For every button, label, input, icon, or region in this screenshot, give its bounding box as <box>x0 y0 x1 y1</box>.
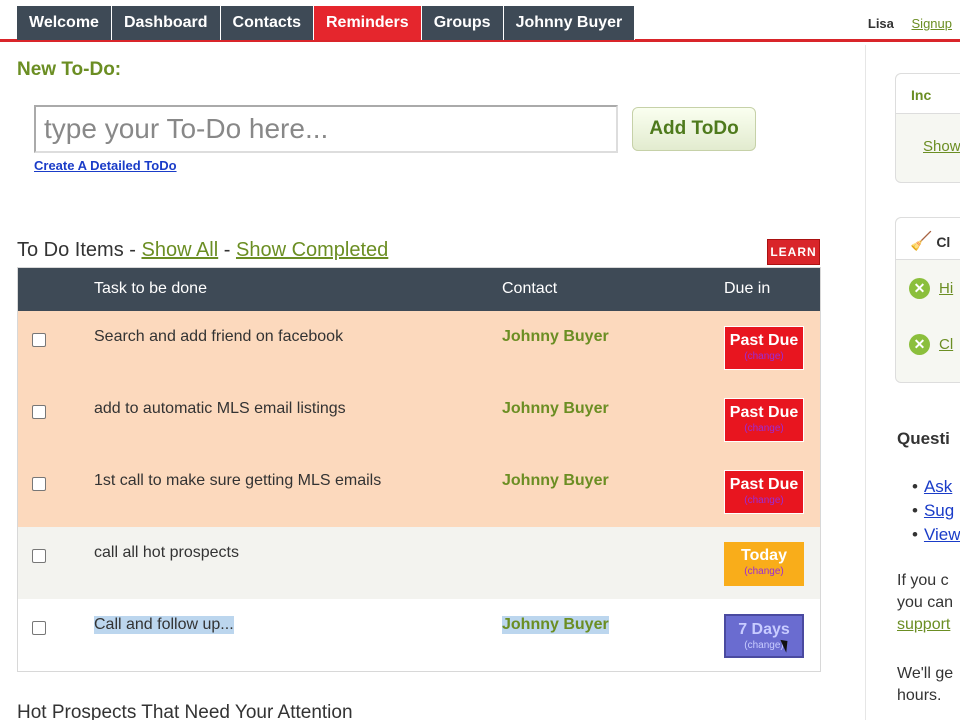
sidebar-action[interactable]: ✕ Hi <box>896 260 960 316</box>
table-row: Search and add friend on facebook Johnny… <box>18 311 820 383</box>
table-row: call all hot prospects Today (change) <box>18 527 820 599</box>
remove-circle-icon: ✕ <box>909 278 930 299</box>
due-label: Past Due <box>729 476 799 493</box>
sidebar-action[interactable]: ✕ Cl <box>896 316 960 372</box>
show-all-link[interactable]: Show All <box>141 239 218 261</box>
sidebar-action-link[interactable]: Hi <box>939 280 953 297</box>
add-todo-button[interactable]: Add ToDo <box>632 107 756 151</box>
due-badge[interactable]: Past Due (change) <box>724 326 804 370</box>
change-link[interactable]: (change) <box>725 352 803 362</box>
hot-prospects-heading: Hot Prospects That Need Your Attention <box>17 702 353 720</box>
user-links: Lisa Signup <box>868 16 952 31</box>
task-text: call all hot prospects <box>94 544 239 561</box>
contact-link[interactable]: Johnny Buyer <box>502 616 609 634</box>
due-badge[interactable]: Past Due (change) <box>724 470 804 514</box>
contact-link[interactable]: Johnny Buyer <box>502 400 609 418</box>
tab-johnny-buyer[interactable]: Johnny Buyer <box>503 6 636 40</box>
table-row: add to automatic MLS email listings John… <box>18 383 820 455</box>
question-link[interactable]: View <box>924 525 960 544</box>
sidebar-box-clean: 🧹 Cl ✕ Hi ✕ Cl <box>895 217 960 383</box>
task-text: Search and add friend on facebook <box>94 328 344 345</box>
due-label: Past Due <box>729 404 799 421</box>
row-checkbox[interactable] <box>32 549 46 563</box>
task-text: 1st call to make sure getting MLS emails <box>94 472 382 489</box>
row-checkbox[interactable] <box>32 405 46 419</box>
paragraph-line: We'll ge <box>897 665 954 682</box>
tab-dashboard[interactable]: Dashboard <box>111 6 221 40</box>
due-label: 7 Days <box>738 621 790 638</box>
row-checkbox[interactable] <box>32 333 46 347</box>
todo-table: Task to be done Contact Due in Search an… <box>17 267 821 672</box>
create-detailed-todo-link[interactable]: Create A Detailed ToDo <box>34 158 177 173</box>
column-header-contact: Contact <box>502 280 558 297</box>
sidebar-box-title: Cl <box>936 234 951 250</box>
sidebar-box-inc: Inc Show <box>895 73 960 183</box>
nav-tabs: Welcome Dashboard Contacts Reminders Gro… <box>17 6 636 40</box>
tab-groups[interactable]: Groups <box>421 6 504 40</box>
due-label: Past Due <box>729 332 799 349</box>
paragraph-line: you can <box>897 594 954 611</box>
username-label: Lisa <box>867 16 894 31</box>
due-badge[interactable]: Past Due (change) <box>724 398 804 442</box>
todo-input[interactable] <box>34 105 618 153</box>
question-link[interactable]: Ask <box>924 477 952 496</box>
paragraph-line: hours. <box>897 687 942 704</box>
tab-reminders[interactable]: Reminders <box>313 6 422 40</box>
questions-heading: Questi <box>897 429 950 448</box>
sidebar-box-heading: 🧹 Cl <box>896 218 960 260</box>
todo-items-heading: To Do Items - Show All - Show Completed <box>17 239 388 262</box>
row-checkbox[interactable] <box>32 477 46 491</box>
list-item: Sug <box>912 499 960 523</box>
tab-contacts[interactable]: Contacts <box>220 6 314 40</box>
row-checkbox[interactable] <box>32 621 46 635</box>
list-item: View <box>912 523 960 547</box>
sidebar-action-link[interactable]: Cl <box>939 336 953 353</box>
contact-link[interactable]: Johnny Buyer <box>502 472 609 490</box>
learn-button[interactable]: LEARN <box>767 239 820 265</box>
due-badge[interactable]: 7 Days (change) <box>724 614 804 658</box>
response-paragraph: We'll ge hours. <box>897 663 953 707</box>
support-link[interactable]: support <box>897 616 950 633</box>
column-header-task: Task to be done <box>94 280 207 297</box>
table-row: Call and follow up... Johnny Buyer 7 Day… <box>18 599 820 671</box>
sidebar-show-link[interactable]: Show <box>923 138 960 155</box>
change-link[interactable]: (change) <box>724 567 804 577</box>
broom-icon: 🧹 <box>910 231 933 251</box>
task-text: Call and follow up... <box>94 616 234 634</box>
table-row: 1st call to make sure getting MLS emails… <box>18 455 820 527</box>
column-header-due: Due in <box>724 280 771 297</box>
show-completed-link[interactable]: Show Completed <box>236 239 388 261</box>
sidebar-box-heading: Inc <box>896 74 960 114</box>
due-badge[interactable]: Today (change) <box>724 542 804 586</box>
right-sidebar: Inc Show 🧹 Cl ✕ Hi ✕ Cl Questi Ask Sug V… <box>867 45 960 720</box>
remove-circle-icon: ✕ <box>909 334 930 355</box>
separator: - <box>218 239 236 261</box>
separator: - <box>123 239 142 261</box>
change-link[interactable]: (change) <box>725 424 803 434</box>
tab-welcome[interactable]: Welcome <box>17 6 112 40</box>
todo-items-title: To Do Items <box>17 239 124 261</box>
new-todo-title: New To-Do: <box>17 59 122 80</box>
signup-link[interactable]: Signup <box>912 16 952 31</box>
task-text: add to automatic MLS email listings <box>94 400 346 417</box>
questions-list: Ask Sug View <box>912 475 960 547</box>
support-paragraph: If you c you can support <box>897 570 953 636</box>
main-content: New To-Do: Add ToDo Create A Detailed To… <box>0 45 866 720</box>
list-item: Ask <box>912 475 960 499</box>
paragraph-line: If you c <box>897 572 949 589</box>
top-navigation: Welcome Dashboard Contacts Reminders Gro… <box>0 0 960 42</box>
change-link[interactable]: (change) <box>725 496 803 506</box>
due-label: Today <box>741 547 787 564</box>
question-link[interactable]: Sug <box>924 501 954 520</box>
table-header: Task to be done Contact Due in <box>18 268 820 311</box>
contact-link[interactable]: Johnny Buyer <box>502 328 609 346</box>
